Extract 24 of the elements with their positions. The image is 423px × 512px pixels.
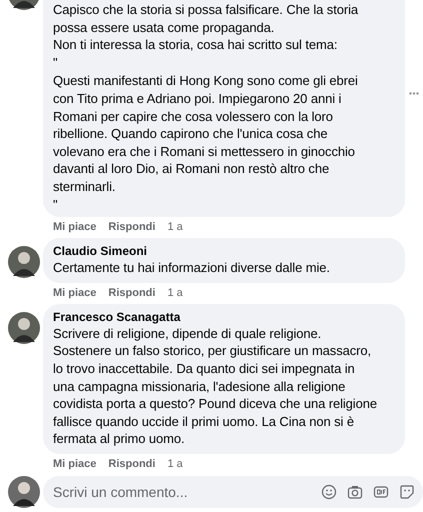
comment-input-field[interactable]: Scrivi un commento... bbox=[43, 476, 423, 508]
avatar bbox=[8, 476, 40, 508]
timestamp[interactable]: 1 a bbox=[167, 220, 183, 234]
emoji-icon[interactable] bbox=[321, 484, 337, 500]
author-name[interactable]: Francesco Scanagatta bbox=[53, 308, 397, 325]
avatar[interactable] bbox=[8, 246, 40, 278]
timestamp[interactable]: 1 a bbox=[167, 456, 183, 471]
avatar[interactable] bbox=[8, 312, 40, 344]
author-name[interactable]: Claudio Simeoni bbox=[53, 243, 397, 260]
comment-text: Scrivere di religione, dipende di quale religione. Sostenere un falso storico, per giustificare un massacro, lo trovo inaccettabile. Da quanto dici sei impegnata in una campagna missionaria, l'adesione alla religione covidista porta a questo? Pound diceva che una religione fallisce quando uccide il primi uomo. La Cina non si è fermata al primo uomo. bbox=[53, 324, 378, 448]
comment-action-link[interactable]: Rispondi bbox=[108, 220, 156, 234]
comment-action-link[interactable]: Mi piace bbox=[53, 456, 96, 471]
timestamp[interactable]: 1 a bbox=[167, 286, 183, 300]
comment-text: Certamente tu hai informazioni diverse dalle mie. bbox=[53, 259, 331, 277]
comment-text: Capisco che la storia si possa falsificare. Che la storia possa essere usata come propaganda. Non ti interessa la storia, cosa hai scritto sul tema: " bbox=[53, 1, 360, 72]
comment-action-link[interactable]: Rispondi bbox=[108, 286, 156, 300]
camera-icon[interactable] bbox=[347, 484, 363, 500]
comment-action-link[interactable]: Mi piace bbox=[53, 286, 96, 300]
sticker-icon[interactable] bbox=[399, 484, 415, 500]
more-options-icon[interactable] bbox=[409, 92, 419, 96]
gif-icon[interactable] bbox=[373, 484, 389, 500]
comment-action-link[interactable]: Mi piace bbox=[53, 220, 96, 234]
comment-action-link[interactable]: Rispondi bbox=[108, 456, 156, 471]
comment-text: Questi manifestanti di Hong Kong sono come gli ebrei con Tito prima e Adriano poi. Impiegarono 20 anni i Romani per capire che cosa volessero con la loro ribellione. Quando capirono che l'unica cosa che volevano era che i Romani si mettessero in ginocchio davanti al loro Dio, ai Romani non restò altro che sterminarli. " bbox=[53, 72, 359, 214]
